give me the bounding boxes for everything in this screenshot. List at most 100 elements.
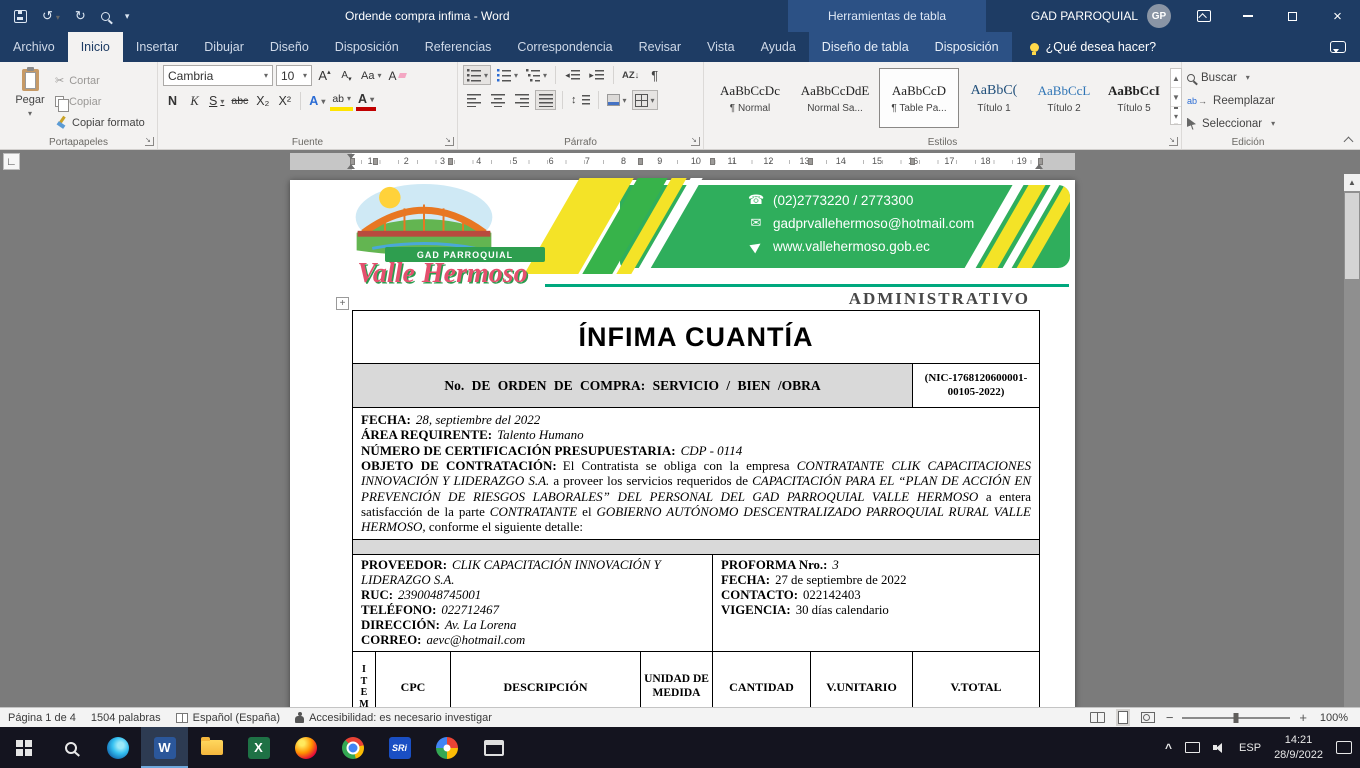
tab-inicio[interactable]: Inicio bbox=[68, 32, 123, 62]
find-button[interactable]: Buscar bbox=[1187, 68, 1309, 87]
customize-qat-icon[interactable]: ▾ bbox=[125, 11, 130, 22]
underline-button[interactable]: S bbox=[207, 91, 226, 111]
taskbar-clock[interactable]: 14:21 28/9/2022 bbox=[1274, 733, 1323, 762]
comments-icon[interactable] bbox=[1330, 41, 1346, 53]
select-button[interactable]: Seleccionar bbox=[1187, 114, 1309, 133]
taskbar-firefox[interactable] bbox=[282, 727, 329, 768]
clear-formatting-icon[interactable] bbox=[386, 66, 407, 86]
zoom-in-icon[interactable]: + bbox=[1299, 710, 1307, 725]
line-spacing-icon[interactable] bbox=[569, 90, 592, 110]
undo-icon[interactable]: ↺ bbox=[42, 8, 60, 24]
text-effects-icon[interactable]: A bbox=[307, 91, 327, 111]
bullets-icon[interactable] bbox=[463, 65, 491, 85]
paragraph-dialog-launcher-icon[interactable] bbox=[691, 137, 700, 146]
account-avatar[interactable]: GP bbox=[1147, 4, 1171, 28]
speaker-icon[interactable] bbox=[1213, 742, 1226, 754]
zoom-slider[interactable] bbox=[1182, 717, 1290, 719]
highlight-color-icon[interactable]: ab bbox=[330, 91, 353, 111]
word-count-status[interactable]: 1504 palabras bbox=[91, 712, 161, 724]
style-normal[interactable]: AaBbCcDc ¶ Normal bbox=[709, 68, 791, 128]
taskbar-app[interactable] bbox=[423, 727, 470, 768]
taskbar-search-button[interactable] bbox=[47, 727, 94, 768]
tab-referencias[interactable]: Referencias bbox=[412, 32, 505, 62]
zoom-slider-thumb[interactable] bbox=[1234, 713, 1239, 723]
web-layout-button[interactable] bbox=[1139, 710, 1157, 725]
style-titulo-1[interactable]: AaBbC( Título 1 bbox=[961, 68, 1027, 128]
ruler-column-marker[interactable] bbox=[638, 158, 643, 165]
tab-archivo[interactable]: Archivo bbox=[0, 32, 68, 62]
justify-icon[interactable] bbox=[535, 90, 556, 110]
notification-center-icon[interactable] bbox=[1336, 741, 1352, 754]
save-icon[interactable] bbox=[14, 10, 27, 23]
paste-button[interactable]: Pegar ▾ bbox=[5, 65, 55, 135]
taskbar-edge[interactable] bbox=[94, 727, 141, 768]
close-button[interactable]: × bbox=[1315, 0, 1360, 32]
maximize-button[interactable] bbox=[1270, 0, 1315, 32]
ruler-column-marker[interactable] bbox=[710, 158, 715, 165]
shrink-font-icon[interactable] bbox=[337, 66, 356, 86]
preview-icon[interactable] bbox=[101, 12, 110, 21]
tab-dibujar[interactable]: Dibujar bbox=[191, 32, 257, 62]
print-layout-button[interactable] bbox=[1116, 709, 1130, 726]
zoom-out-icon[interactable]: − bbox=[1166, 710, 1174, 725]
scroll-up-icon[interactable]: ▲ bbox=[1344, 174, 1360, 191]
style-normal-sa[interactable]: AaBbCcDdE Normal Sa... bbox=[793, 68, 877, 128]
table-move-handle-icon[interactable]: + bbox=[336, 297, 349, 310]
tell-me-box[interactable]: ¿Qué desea hacer? bbox=[1030, 32, 1157, 62]
align-right-icon[interactable] bbox=[511, 90, 532, 110]
display-tray-icon[interactable] bbox=[1185, 742, 1200, 753]
tray-chevron-icon[interactable]: ^ bbox=[1165, 741, 1172, 755]
input-language-indicator[interactable]: ESP bbox=[1239, 742, 1261, 754]
font-name-select[interactable]: Cambria bbox=[163, 65, 273, 86]
ruler-column-marker[interactable] bbox=[373, 158, 378, 165]
page-count-status[interactable]: Página 1 de 4 bbox=[8, 712, 76, 724]
hanging-indent-marker[interactable] bbox=[347, 160, 355, 169]
horizontal-ruler[interactable]: 12345678910111213141516171819 bbox=[290, 153, 1075, 170]
ruler-column-marker[interactable] bbox=[808, 158, 813, 165]
align-center-icon[interactable] bbox=[487, 90, 508, 110]
taskbar-chrome[interactable] bbox=[329, 727, 376, 768]
font-size-select[interactable]: 10 bbox=[276, 65, 312, 86]
start-button[interactable] bbox=[0, 727, 47, 768]
tab-vista[interactable]: Vista bbox=[694, 32, 748, 62]
cut-button[interactable]: ✂ Cortar bbox=[55, 72, 145, 89]
ribbon-display-options-icon[interactable] bbox=[1197, 10, 1211, 22]
style-titulo-2[interactable]: AaBbCcL Título 2 bbox=[1029, 68, 1099, 128]
zoom-level[interactable]: 100% bbox=[1316, 712, 1348, 724]
tab-revisar[interactable]: Revisar bbox=[626, 32, 694, 62]
purchase-order-table[interactable]: ÍNFIMA CUANTÍA No. DE ORDEN DE COMPRA: S… bbox=[352, 310, 1040, 707]
collapse-ribbon-icon[interactable] bbox=[1344, 137, 1354, 147]
taskbar-excel[interactable]: X bbox=[235, 727, 282, 768]
grow-font-icon[interactable] bbox=[315, 66, 334, 86]
vertical-scrollbar[interactable]: ▲ bbox=[1344, 174, 1360, 707]
accessibility-status[interactable]: Accesibilidad: es necesario investigar bbox=[295, 712, 492, 724]
tab-disposicion[interactable]: Disposición bbox=[322, 32, 412, 62]
paste-dropdown-icon[interactable]: ▾ bbox=[28, 109, 32, 118]
show-paragraph-marks-icon[interactable]: ¶ bbox=[644, 65, 665, 85]
account-name[interactable]: GAD PARROQUIAL bbox=[1031, 9, 1138, 23]
taskbar-window-app[interactable] bbox=[470, 727, 517, 768]
replace-button[interactable]: Reemplazar bbox=[1187, 91, 1309, 110]
right-indent-marker[interactable] bbox=[1035, 160, 1043, 169]
sort-icon[interactable]: AZ bbox=[620, 65, 641, 85]
style-table-paragraph[interactable]: AaBbCcD ¶ Table Pa... bbox=[879, 68, 959, 128]
superscript-button[interactable]: X² bbox=[275, 91, 294, 111]
tab-disposicion-tabla[interactable]: Disposición bbox=[922, 32, 1012, 62]
tab-diseno[interactable]: Diseño bbox=[257, 32, 322, 62]
numbering-icon[interactable] bbox=[494, 65, 520, 85]
tab-insertar[interactable]: Insertar bbox=[123, 32, 191, 62]
redo-icon[interactable]: ↻ bbox=[75, 8, 86, 24]
language-status[interactable]: Español (España) bbox=[176, 712, 280, 724]
align-left-icon[interactable] bbox=[463, 90, 484, 110]
clipboard-dialog-launcher-icon[interactable] bbox=[145, 137, 154, 146]
minimize-button[interactable] bbox=[1225, 0, 1270, 32]
copy-button[interactable]: Copiar bbox=[55, 93, 145, 110]
ruler-column-marker[interactable] bbox=[448, 158, 453, 165]
styles-dialog-launcher-icon[interactable] bbox=[1169, 137, 1178, 146]
tab-stop-selector[interactable]: ∟ bbox=[3, 153, 20, 170]
style-titulo-5[interactable]: AaBbCcI Título 5 bbox=[1101, 68, 1167, 128]
document-page[interactable]: GAD PARROQUIAL Valle Hermoso ☎ (02)27732… bbox=[290, 180, 1075, 707]
read-mode-button[interactable] bbox=[1088, 710, 1107, 725]
tab-diseno-de-tabla[interactable]: Diseño de tabla bbox=[809, 32, 922, 62]
styles-scroll-down-icon[interactable]: ▼ bbox=[1171, 88, 1181, 107]
